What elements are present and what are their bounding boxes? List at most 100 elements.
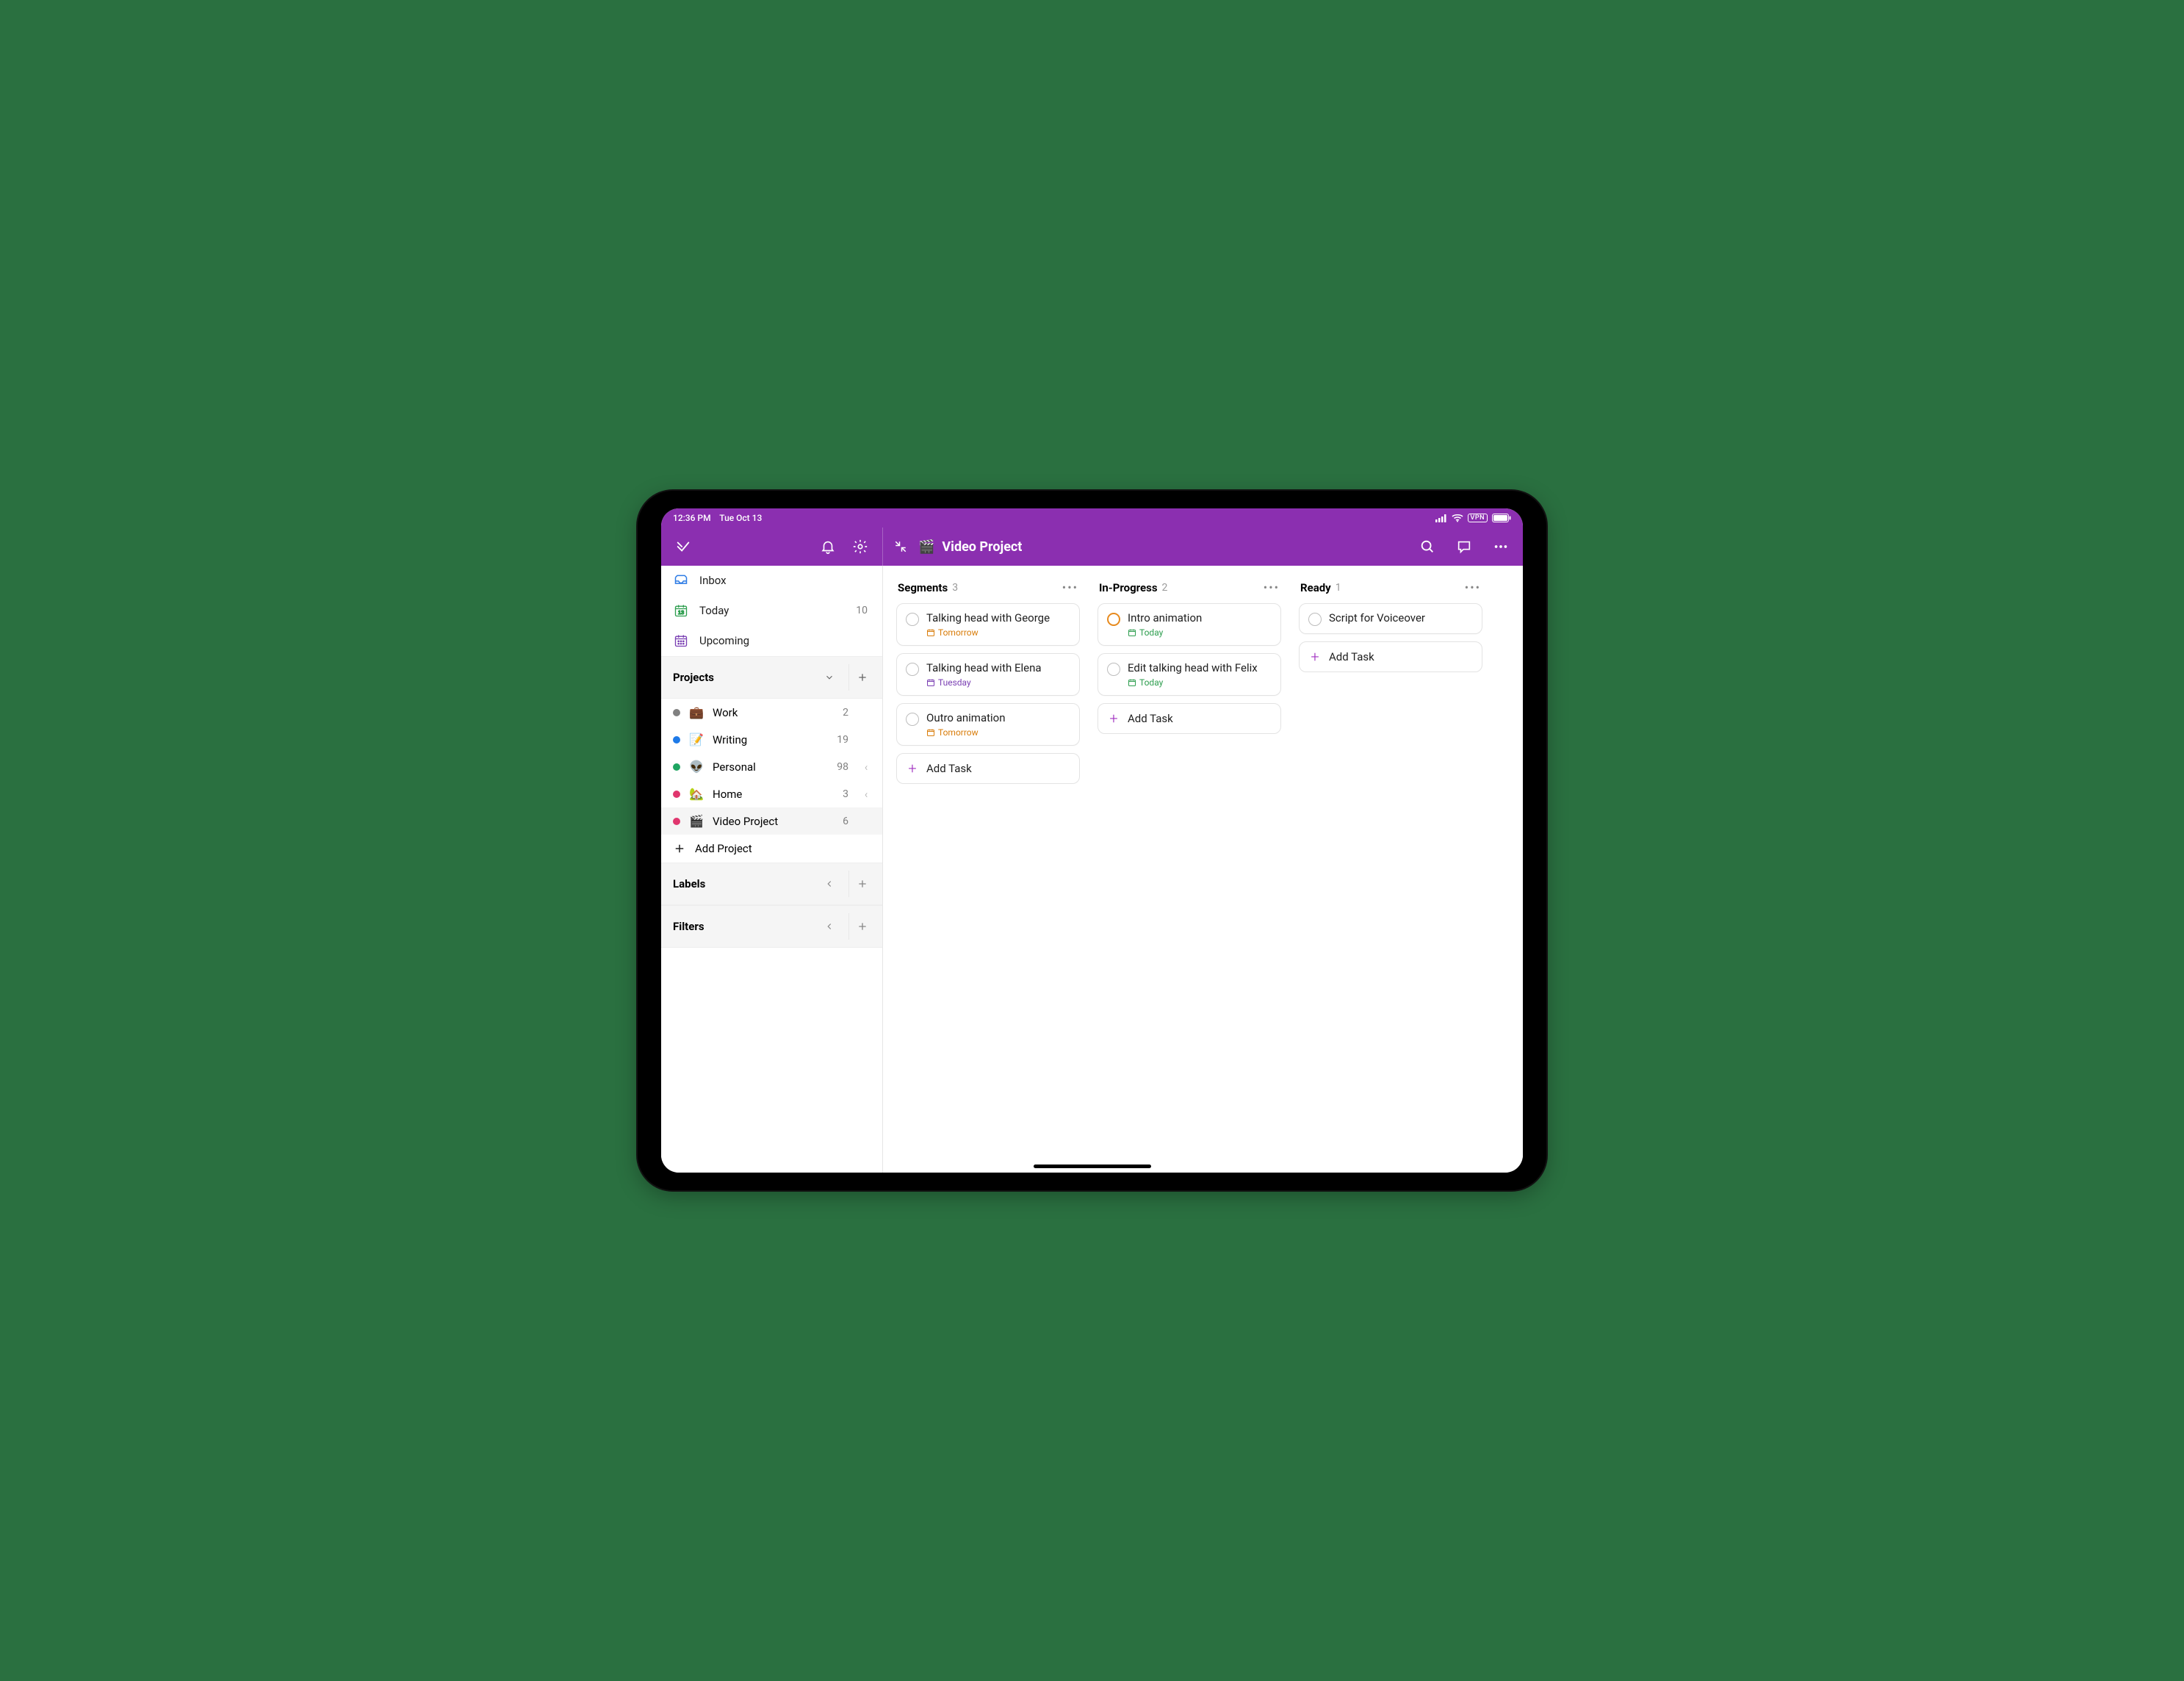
task-content: Script for Voiceover <box>1329 611 1425 624</box>
column-name: Ready <box>1300 581 1331 594</box>
status-right: VPN <box>1435 514 1511 522</box>
task-card[interactable]: Talking head with Elena Tuesday <box>896 653 1080 696</box>
task-card[interactable]: Script for Voiceover <box>1299 603 1482 634</box>
status-date: Tue Oct 13 <box>719 513 762 523</box>
project-expand-chevron[interactable]: ‹ <box>857 788 875 801</box>
project-row[interactable]: 💼 Work 2 <box>661 699 882 726</box>
task-complete-checkbox[interactable] <box>1107 663 1120 676</box>
task-due-date: Tomorrow <box>926 627 1050 638</box>
nav-today-label: Today <box>699 604 729 617</box>
add-task-button[interactable]: + Add Task <box>1299 641 1482 672</box>
nav-today[interactable]: 13 Today 10 <box>661 596 882 626</box>
settings-icon[interactable] <box>846 532 875 561</box>
board-column: In-Progress 2 ••• Intro animation Today … <box>1098 577 1281 1161</box>
task-due-date: Today <box>1128 677 1258 688</box>
sidebar: Inbox 13 Today 10 Upcoming Projects <box>661 566 883 1173</box>
task-card[interactable]: Edit talking head with Felix Today <box>1098 653 1281 696</box>
add-task-label: Add Task <box>1329 650 1374 663</box>
labels-label: Labels <box>673 877 810 890</box>
app-logo-icon[interactable] <box>668 532 698 561</box>
screen: 12:36 PM Tue Oct 13 VPN <box>661 508 1523 1173</box>
project-emoji-icon: 💼 <box>689 705 704 719</box>
inbox-icon <box>673 573 689 588</box>
task-card[interactable]: Talking head with George Tomorrow <box>896 603 1080 646</box>
column-more-icon[interactable]: ••• <box>1264 580 1280 594</box>
filters-label: Filters <box>673 920 810 933</box>
vpn-icon: VPN <box>1468 514 1488 522</box>
filters-add-button[interactable] <box>848 913 875 940</box>
task-card[interactable]: Intro animation Today <box>1098 603 1281 646</box>
project-emoji-icon: 📝 <box>689 732 704 746</box>
collapse-sidebar-icon[interactable] <box>890 532 911 561</box>
nav-inbox[interactable]: Inbox <box>661 566 882 596</box>
project-emoji-icon: 👽 <box>689 760 704 774</box>
task-card[interactable]: Outro animation Tomorrow <box>896 703 1080 746</box>
plus-icon <box>673 842 686 855</box>
add-task-button[interactable]: + Add Task <box>896 753 1080 784</box>
battery-icon <box>1492 514 1511 522</box>
add-project-label: Add Project <box>695 842 752 855</box>
task-content: Intro animation Today <box>1128 611 1202 638</box>
task-title: Talking head with Elena <box>926 661 1042 674</box>
project-row[interactable]: 🏡 Home 3 ‹ <box>661 780 882 807</box>
search-icon[interactable] <box>1413 532 1442 561</box>
project-count: 3 <box>829 788 848 800</box>
task-content: Outro animation Tomorrow <box>926 711 1006 738</box>
add-task-button[interactable]: + Add Task <box>1098 703 1281 734</box>
labels-add-button[interactable] <box>848 871 875 897</box>
projects-collapse-button[interactable] <box>816 664 843 691</box>
app-body: Inbox 13 Today 10 Upcoming Projects <box>661 566 1523 1173</box>
project-count: 98 <box>829 761 848 773</box>
project-emoji-icon: 🏡 <box>689 787 704 801</box>
project-name: Home <box>713 788 821 801</box>
projects-add-button[interactable] <box>848 664 875 691</box>
project-row[interactable]: 🎬 Video Project 6 <box>661 807 882 835</box>
task-complete-checkbox[interactable] <box>906 613 919 626</box>
project-name: Writing <box>713 733 821 746</box>
column-count: 3 <box>952 582 958 594</box>
device-frame: 12:36 PM Tue Oct 13 VPN <box>638 491 1546 1190</box>
more-options-icon[interactable] <box>1486 532 1516 561</box>
column-header: In-Progress 2 ••• <box>1098 577 1281 596</box>
nav-upcoming[interactable]: Upcoming <box>661 626 882 656</box>
task-complete-checkbox[interactable] <box>906 663 919 676</box>
project-color-dot <box>673 736 680 744</box>
filters-collapse-button[interactable] <box>816 913 843 940</box>
project-color-dot <box>673 818 680 825</box>
upcoming-icon <box>673 633 689 648</box>
notifications-icon[interactable] <box>813 532 843 561</box>
project-name: Work <box>713 706 821 719</box>
column-more-icon[interactable]: ••• <box>1062 580 1078 594</box>
task-due-date: Today <box>1128 627 1202 638</box>
labels-collapse-button[interactable] <box>816 871 843 897</box>
wifi-icon <box>1452 514 1463 522</box>
nav-upcoming-label: Upcoming <box>699 634 749 647</box>
project-color-dot <box>673 763 680 771</box>
signal-icon <box>1435 514 1447 522</box>
column-count: 2 <box>1162 582 1168 594</box>
project-emoji-icon: 🎬 <box>918 539 934 555</box>
project-count: 6 <box>829 816 848 827</box>
home-indicator[interactable] <box>1034 1165 1151 1168</box>
board: Segments 3 ••• Talking head with George … <box>883 566 1523 1173</box>
status-left: 12:36 PM Tue Oct 13 <box>673 513 762 523</box>
comments-icon[interactable] <box>1449 532 1479 561</box>
svg-text:13: 13 <box>678 609 684 616</box>
main-header: 🎬 Video Project <box>883 528 1523 566</box>
today-icon: 13 <box>673 603 689 618</box>
project-row[interactable]: 👽 Personal 98 ‹ <box>661 753 882 780</box>
projects-section-header: Projects <box>661 656 882 699</box>
nav-today-count: 10 <box>856 605 871 616</box>
task-complete-checkbox[interactable] <box>906 713 919 726</box>
project-expand-chevron[interactable]: ‹ <box>857 760 875 774</box>
status-time: 12:36 PM <box>673 513 711 523</box>
add-project-button[interactable]: Add Project <box>661 835 882 863</box>
project-name: Video Project <box>713 815 821 828</box>
project-count: 2 <box>829 707 848 719</box>
app-header: 🎬 Video Project <box>661 528 1523 566</box>
task-complete-checkbox[interactable] <box>1107 613 1120 626</box>
labels-section-header: Labels <box>661 863 882 905</box>
task-complete-checkbox[interactable] <box>1308 613 1322 626</box>
column-more-icon[interactable]: ••• <box>1465 580 1481 594</box>
project-row[interactable]: 📝 Writing 19 <box>661 726 882 753</box>
